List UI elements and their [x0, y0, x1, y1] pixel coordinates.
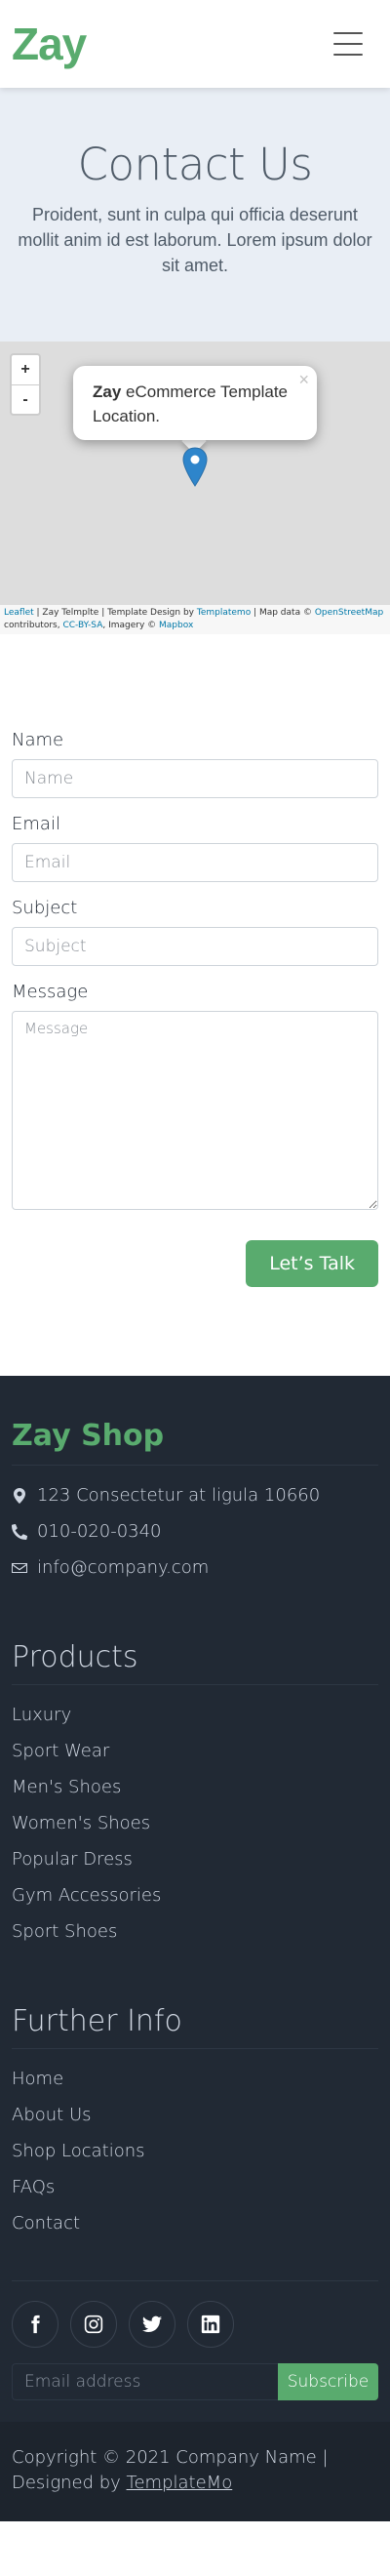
instagram-link[interactable]: [70, 2301, 117, 2348]
message-textarea[interactable]: [12, 1011, 378, 1210]
footer-contact-list: 123 Consectetur at ligula 10660 010-020-…: [12, 1466, 378, 1586]
subscribe-button[interactable]: Subscribe: [278, 2363, 378, 2400]
facebook-icon: [31, 2314, 40, 2334]
hamburger-line: [333, 54, 363, 56]
envelope-icon: [12, 1562, 27, 1573]
ccbysa-link[interactable]: CC-BY-SA: [62, 621, 102, 630]
products-link[interactable]: Luxury: [12, 1697, 378, 1733]
zoom-out-button[interactable]: -: [12, 384, 39, 414]
subscribe-form: Subscribe: [12, 2363, 378, 2422]
footer-address: 123 Consectetur at ligula 10660: [12, 1477, 378, 1513]
templatemo-credit-link[interactable]: TemplateMo: [127, 2473, 233, 2493]
phone-text[interactable]: 010-020-0340: [37, 1521, 162, 1542]
hamburger-line: [333, 32, 363, 34]
attribution-text: contributors,: [4, 621, 63, 630]
name-input[interactable]: [12, 759, 378, 798]
linkedin-link[interactable]: [187, 2301, 234, 2348]
mapbox-link[interactable]: Mapbox: [159, 621, 193, 630]
further-info-link[interactable]: Shop Locations: [12, 2133, 378, 2169]
footer-brand: Zay Shop: [12, 1376, 378, 1466]
further-info-link[interactable]: Contact: [12, 2205, 378, 2241]
facebook-link[interactable]: [12, 2301, 58, 2348]
footer-email[interactable]: info@company.com: [12, 1550, 378, 1586]
hero-text: Proident, sunt in culpa qui officia dese…: [18, 205, 372, 275]
social-links: [12, 2281, 378, 2348]
map-marker-icon: [14, 1487, 25, 1504]
email-text[interactable]: info@company.com: [37, 1557, 209, 1578]
contact-hero: Contact Us Proident, sunt in culpa qui o…: [0, 88, 390, 342]
location-map[interactable]: + - × Zay eCommerce Template Location. L…: [0, 342, 390, 634]
further-info-link[interactable]: Home: [12, 2061, 378, 2097]
further-info-link[interactable]: FAQs: [12, 2169, 378, 2205]
templatemo-link[interactable]: Templatemo: [197, 608, 251, 618]
further-info-list: Home About Us Shop Locations FAQs Contac…: [12, 2061, 378, 2241]
products-section: Products Luxury Sport Wear Men's Shoes W…: [12, 1586, 378, 1950]
map-popup: × Zay eCommerce Template Location.: [73, 366, 317, 440]
hamburger-line: [333, 43, 363, 45]
popup-title: Zay: [93, 382, 122, 401]
map-attribution: Leaflet | Zay Telmplte | Template Design…: [0, 605, 390, 634]
attribution-text: | Zay Telmplte | Template Design by: [33, 608, 197, 618]
products-list: Luxury Sport Wear Men's Shoes Women's Sh…: [12, 1697, 378, 1950]
products-title: Products: [12, 1640, 378, 1685]
message-field-group: Message: [12, 982, 378, 1215]
name-label: Name: [12, 730, 64, 750]
products-link[interactable]: Sport Shoes: [12, 1913, 378, 1950]
address-text: 123 Consectetur at ligula 10660: [37, 1485, 321, 1506]
subject-input[interactable]: [12, 927, 378, 966]
subscribe-email-input[interactable]: [12, 2363, 278, 2400]
osm-link[interactable]: OpenStreetMap: [315, 608, 383, 618]
message-label: Message: [12, 982, 89, 1002]
email-field-group: Email: [12, 814, 378, 882]
twitter-icon: [141, 2315, 163, 2332]
linkedin-icon: [201, 2314, 220, 2334]
products-link[interactable]: Sport Wear: [12, 1733, 378, 1769]
products-link[interactable]: Women's Shoes: [12, 1805, 378, 1841]
page-title: Contact Us: [77, 139, 313, 190]
further-info-section: Further Info Home About Us Shop Location…: [12, 1950, 378, 2241]
leaflet-link[interactable]: Leaflet: [4, 608, 34, 618]
further-info-link[interactable]: About Us: [12, 2097, 378, 2133]
products-link[interactable]: Men's Shoes: [12, 1769, 378, 1805]
popup-close-icon[interactable]: ×: [298, 368, 309, 392]
twitter-link[interactable]: [129, 2301, 176, 2348]
footer-phone[interactable]: 010-020-0340: [12, 1513, 378, 1550]
subject-label: Subject: [12, 898, 78, 918]
site-footer: Zay Shop 123 Consectetur at ligula 10660…: [0, 1376, 390, 2422]
brand-logo[interactable]: Zay: [12, 21, 87, 66]
site-header: Zay: [0, 0, 390, 88]
name-field-group: Name: [12, 730, 378, 798]
lets-talk-button[interactable]: Let’s Talk: [246, 1240, 378, 1287]
phone-icon: [12, 1523, 27, 1540]
instagram-icon: [84, 2314, 103, 2334]
subject-field-group: Subject: [12, 898, 378, 966]
attribution-text: , Imagery ©: [102, 621, 160, 630]
zoom-in-button[interactable]: +: [12, 355, 39, 384]
map-marker-icon[interactable]: [182, 447, 208, 488]
submit-row: Let’s Talk: [12, 1230, 378, 1287]
further-info-title: Further Info: [12, 2004, 378, 2049]
products-link[interactable]: Popular Dress: [12, 1841, 378, 1877]
contact-form: Name Email Subject Message Let’s Talk: [0, 634, 390, 1376]
zoom-control: + -: [10, 353, 41, 416]
email-input[interactable]: [12, 843, 378, 882]
attribution-text: | Map data ©: [251, 608, 315, 618]
products-link[interactable]: Gym Accessories: [12, 1877, 378, 1913]
popup-text: eCommerce Template Location.: [93, 382, 288, 425]
hamburger-icon[interactable]: [333, 32, 363, 56]
copyright-bar: Copyright © 2021 Company Name | Designed…: [0, 2422, 390, 2521]
email-label: Email: [12, 814, 60, 834]
